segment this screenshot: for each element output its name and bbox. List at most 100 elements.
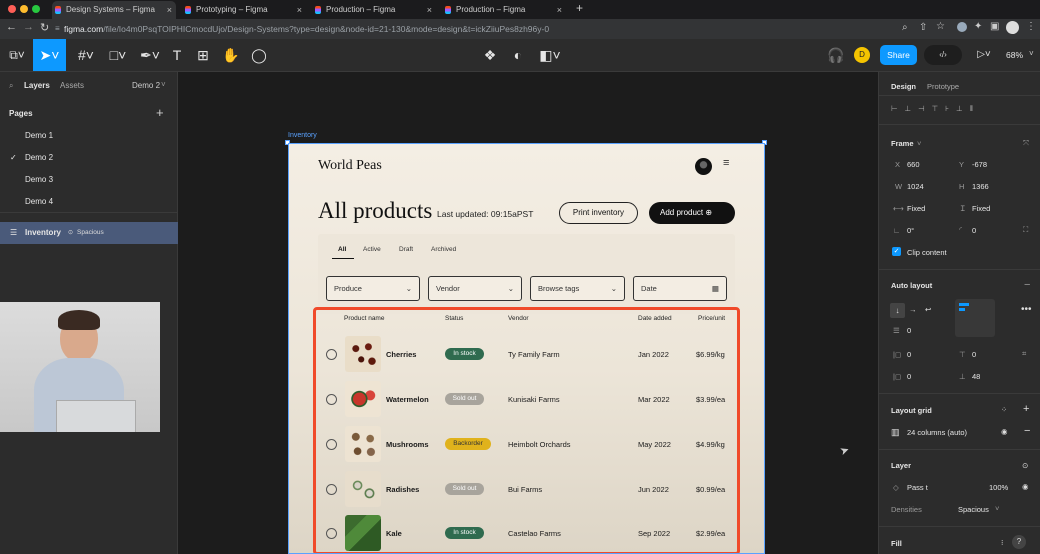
tab-design[interactable]: Design: [891, 82, 916, 91]
row-select-radio[interactable]: [326, 528, 337, 539]
url-field[interactable]: figma.com/file/Io4m0PsqTOIPHICmocdUjo/De…: [64, 21, 904, 37]
back-arrow-icon[interactable]: ←: [6, 21, 17, 33]
maximize-window-dot[interactable]: [32, 5, 40, 13]
browser-tab-production-2[interactable]: Production – Figma ×: [442, 1, 566, 19]
dev-mode-toggle[interactable]: ‹/›: [924, 45, 962, 65]
padding-left-input[interactable]: 0: [907, 350, 911, 359]
chevron-down-icon[interactable]: ˅: [995, 504, 999, 513]
chevron-down-icon[interactable]: ˅: [917, 139, 921, 148]
chevron-down-icon[interactable]: ˅: [1029, 49, 1034, 58]
bookmark-star-icon[interactable]: ☆: [936, 21, 945, 32]
height-mode-select[interactable]: Fixed: [972, 204, 990, 213]
clip-content-checkbox[interactable]: ✓: [892, 247, 901, 256]
close-tab-icon[interactable]: ×: [297, 1, 302, 19]
table-row[interactable]: Mushrooms Backorder Heimbolt Orchards Ma…: [319, 422, 734, 466]
row-select-radio[interactable]: [326, 439, 337, 450]
tab-prototype[interactable]: Prototype: [927, 82, 959, 91]
remove-grid-icon[interactable]: −: [1024, 425, 1030, 437]
eye-icon[interactable]: ◉: [1022, 482, 1029, 491]
remove-auto-layout-icon[interactable]: −: [1024, 279, 1030, 291]
row-select-radio[interactable]: [326, 484, 337, 495]
close-window-dot[interactable]: [8, 5, 16, 13]
date-picker[interactable]: Date ▦: [633, 276, 727, 301]
forward-arrow-icon[interactable]: →: [23, 21, 34, 33]
component-tool-button[interactable]: ❖: [480, 39, 500, 71]
table-row[interactable]: Kale In stock Castelao Farms Sep 2022 $2…: [319, 511, 734, 553]
frame-section-label[interactable]: Frame: [891, 139, 914, 148]
page-item[interactable]: Demo 3: [0, 170, 178, 190]
browser-tab-design-systems[interactable]: Design Systems – Figma ×: [52, 1, 176, 19]
share-page-icon[interactable]: ⇧: [919, 22, 927, 33]
comment-tool-button[interactable]: ◯: [249, 39, 269, 71]
site-info-icon[interactable]: ≡: [55, 24, 60, 33]
present-button[interactable]: ▷˅: [972, 39, 996, 71]
independent-corners-icon[interactable]: ⛶: [1023, 225, 1028, 235]
chevron-down-icon[interactable]: ˅: [161, 80, 166, 89]
audio-button[interactable]: 🎧: [826, 39, 846, 71]
horizontal-direction-icon[interactable]: →: [909, 305, 917, 314]
wrap-direction-icon[interactable]: ↩: [925, 305, 931, 314]
vendor-dropdown[interactable]: Vendor ⌄: [428, 276, 522, 301]
shape-tool-button[interactable]: □˅: [104, 39, 132, 71]
avatar[interactable]: [695, 158, 712, 175]
padding-top-input[interactable]: 0: [972, 350, 976, 359]
page-item[interactable]: Demo 4: [0, 192, 178, 212]
blend-mode-select[interactable]: Pass t: [907, 483, 928, 492]
page-item[interactable]: Demo 1: [0, 126, 178, 146]
grid-description[interactable]: 24 columns (auto): [907, 428, 967, 437]
share-button[interactable]: Share: [880, 45, 917, 65]
densities-select[interactable]: Spacious: [958, 505, 989, 514]
close-tab-icon[interactable]: ×: [557, 1, 562, 19]
user-avatar[interactable]: D: [854, 47, 870, 63]
eye-icon[interactable]: ◉: [1001, 427, 1008, 436]
spacing-input[interactable]: 0: [907, 326, 911, 335]
padding-right-input[interactable]: 0: [907, 372, 911, 381]
table-row[interactable]: Radishes Sold out Bui Farms Jun 2022 $0.…: [319, 467, 734, 511]
tab-layers[interactable]: Layers: [24, 81, 50, 90]
produce-dropdown[interactable]: Produce ⌄: [326, 276, 420, 301]
radius-input[interactable]: 0: [972, 226, 976, 235]
row-select-radio[interactable]: [326, 394, 337, 405]
rotation-input[interactable]: 0°: [907, 226, 914, 235]
tab-draft[interactable]: Draft: [399, 246, 413, 253]
table-row[interactable]: Cherries In stock Ty Family Farm Jan 202…: [319, 332, 734, 376]
h-input[interactable]: 1366: [972, 182, 989, 191]
boolean-tool-button[interactable]: ◧˅: [536, 39, 564, 71]
resize-frame-icon[interactable]: ⤧: [1023, 138, 1029, 148]
minimize-window-dot[interactable]: [20, 5, 28, 13]
width-mode-select[interactable]: Fixed: [907, 204, 925, 213]
hamburger-menu-icon[interactable]: ≡: [723, 157, 729, 169]
help-icon[interactable]: ?: [1012, 535, 1026, 549]
tab-all[interactable]: All: [338, 246, 346, 253]
new-tab-button[interactable]: +: [576, 1, 583, 15]
page-selector[interactable]: Demo 2: [132, 81, 160, 90]
more-options-icon[interactable]: •••: [1021, 304, 1032, 315]
layer-item-inventory[interactable]: ☰ Inventory ⊙ Spacious: [0, 222, 178, 244]
x-input[interactable]: 660: [907, 160, 920, 169]
browser-tab-prototyping[interactable]: Prototyping – Figma ×: [182, 1, 306, 19]
zoom-lens-icon[interactable]: ⌕: [902, 22, 908, 33]
resources-tool-button[interactable]: ⊞: [194, 39, 212, 71]
page-item-selected[interactable]: ✓ Demo 2: [0, 148, 178, 168]
alignment-icons[interactable]: ⊢⊥⊣⊤⊦⊥⫴: [891, 104, 980, 114]
search-icon[interactable]: ⌕: [9, 81, 13, 91]
main-menu-icon[interactable]: ⧉˅: [4, 39, 30, 71]
tab-assets[interactable]: Assets: [60, 81, 84, 90]
table-row[interactable]: Watermelon Sold out Kunisaki Farms Mar 2…: [319, 377, 734, 421]
browser-tab-production[interactable]: Production – Figma ×: [312, 1, 436, 19]
sidebar-icon[interactable]: ▣: [990, 21, 999, 32]
alignment-grid[interactable]: [955, 299, 995, 337]
reload-icon[interactable]: ↻: [40, 21, 49, 34]
grid-styles-icon[interactable]: ⁘: [1001, 405, 1007, 414]
tab-archived[interactable]: Archived: [431, 246, 456, 253]
hand-tool-button[interactable]: ✋: [221, 39, 241, 71]
more-menu-icon[interactable]: ⋮: [1026, 21, 1036, 32]
mask-tool-button[interactable]: ◐: [508, 39, 528, 71]
frame-tool-button[interactable]: #˅: [72, 39, 100, 71]
profile-avatar[interactable]: [1006, 21, 1019, 34]
add-grid-icon[interactable]: +: [1023, 403, 1029, 415]
padding-bottom-input[interactable]: 48: [972, 372, 980, 381]
print-inventory-button[interactable]: Print inventory: [559, 202, 638, 224]
row-select-radio[interactable]: [326, 349, 337, 360]
opacity-input[interactable]: 100%: [989, 483, 1008, 492]
